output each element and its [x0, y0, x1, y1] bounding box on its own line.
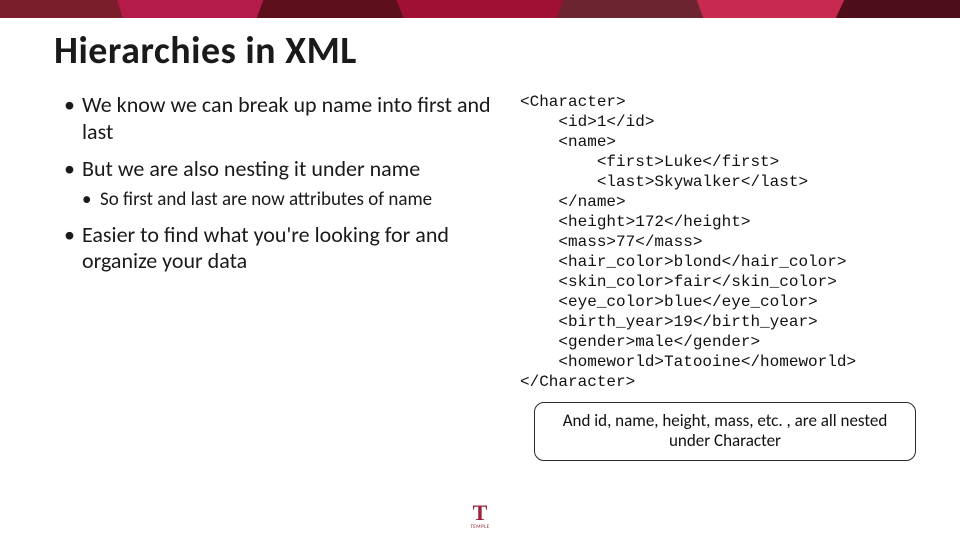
bullet-item: Easier to find what you're looking for a… [64, 222, 494, 276]
temple-logo: T TEMPLE [466, 502, 494, 530]
slide: Hierarchies in XML We know we can break … [0, 0, 960, 540]
bullet-text: But we are also nesting it under name [82, 155, 420, 182]
band-shape [836, 0, 960, 18]
sub-bullet-item: So first and last are now attributes of … [82, 188, 494, 211]
xml-code-block: <Character> <id>1</id> <name> <first>Luk… [520, 92, 940, 392]
slide-title: Hierarchies in XML [54, 28, 357, 74]
bullet-item: But we are also nesting it under name So… [64, 156, 494, 212]
callout-box: And id, name, height, mass, etc. , are a… [534, 402, 916, 461]
bullet-list: We know we can break up name into first … [64, 92, 494, 285]
decorative-top-band [0, 0, 960, 18]
logo-word: TEMPLE [466, 525, 494, 530]
logo-letter: T [466, 502, 494, 524]
band-shape [396, 0, 583, 18]
bullet-item: We know we can break up name into first … [64, 92, 494, 146]
